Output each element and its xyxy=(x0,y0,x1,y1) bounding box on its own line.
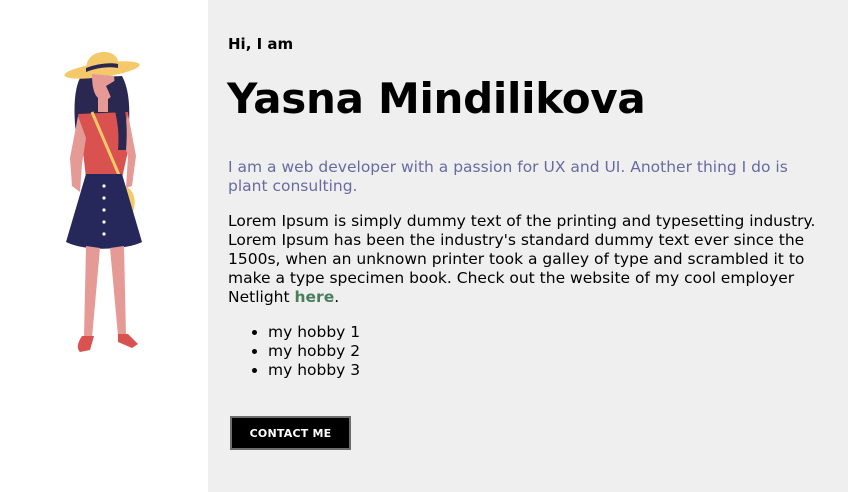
tagline-text: I am a web developer with a passion for … xyxy=(228,158,788,195)
greeting-text: Hi, I am xyxy=(228,35,294,53)
woman-illustration-icon xyxy=(64,52,142,352)
bio-paragraph: Lorem Ipsum is simply dummy text of the … xyxy=(228,212,828,307)
list-item: my hobby 1 xyxy=(268,323,360,342)
intro-panel: Hi, I am Yasna Mindilikova I am a web de… xyxy=(208,0,848,492)
page: Hi, I am Yasna Mindilikova I am a web de… xyxy=(0,0,848,492)
illustration-panel xyxy=(0,0,208,492)
hobby-list: my hobby 1 my hobby 2 my hobby 3 xyxy=(228,323,360,380)
bio-end: . xyxy=(334,288,340,306)
list-item: my hobby 3 xyxy=(268,361,360,380)
employer-link[interactable]: here xyxy=(295,288,335,306)
person-name-heading: Yasna Mindilikova xyxy=(227,74,646,123)
list-item: my hobby 2 xyxy=(268,342,360,361)
contact-me-button[interactable]: CONTACT ME xyxy=(230,416,351,450)
